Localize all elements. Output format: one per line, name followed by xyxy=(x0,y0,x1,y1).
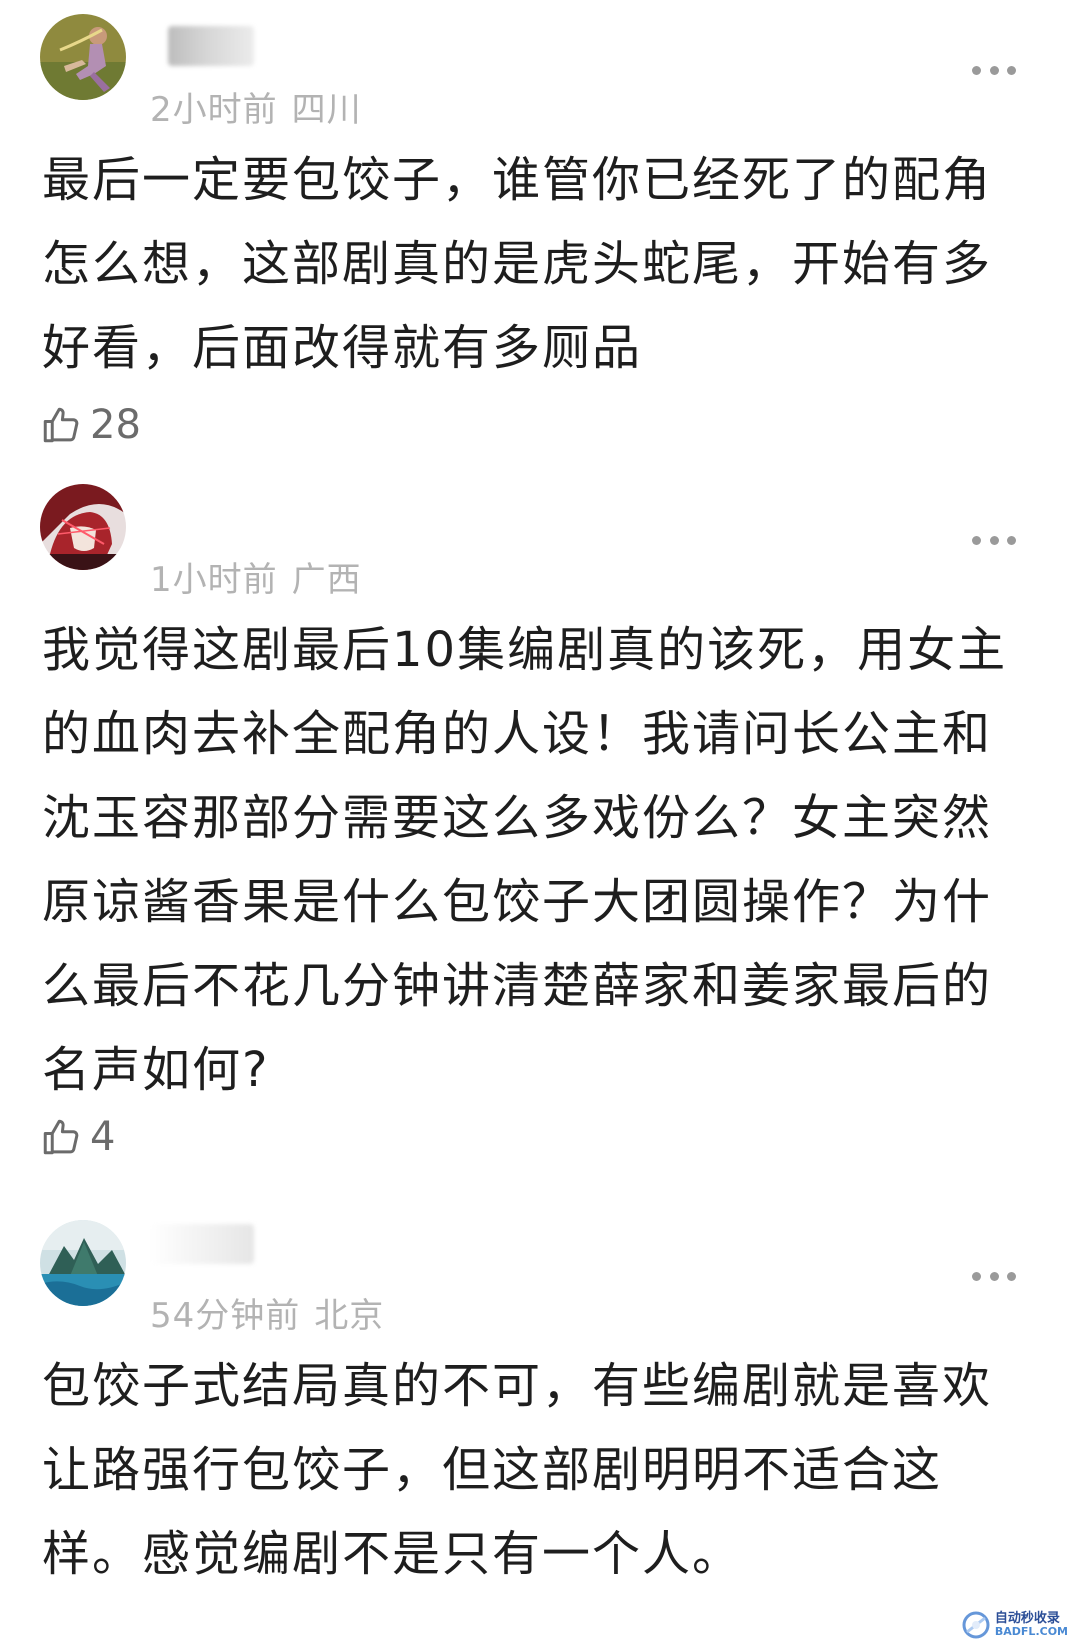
watermark-title: 自动秒收录 xyxy=(994,1611,1060,1627)
comment-item: 1小时前 广西 我觉得这剧最后10集编剧真的该死，用女主的血肉去补全配角的人设！我… xyxy=(0,470,1080,1170)
user-avatar[interactable] xyxy=(40,484,126,570)
comment-text: 包饺子式结局真的不可，有些编剧就是喜欢让路强行包饺子，但这部剧明明不适合这样。感… xyxy=(42,1358,993,1582)
watermark-url: BADFL.COM xyxy=(994,1625,1068,1639)
user-avatar[interactable] xyxy=(40,14,126,100)
comment-time: 54分钟前 xyxy=(150,1296,301,1336)
more-dots-icon[interactable] xyxy=(972,534,1016,546)
thumbs-up-icon xyxy=(43,1119,79,1155)
like-count: 28 xyxy=(90,402,141,448)
username-blurred xyxy=(168,26,254,66)
comment-meta: 2小时前 四川 xyxy=(150,82,362,131)
comment-meta: 54分钟前 北京 xyxy=(150,1288,384,1337)
comment-location: 四川 xyxy=(291,90,362,130)
comment-text: 最后一定要包饺子，谁管你已经死了的配角怎么想，这部剧真的是虎头蛇尾，开始有多好看… xyxy=(42,152,993,376)
comment-item: 54分钟前 北京 包饺子式结局真的不可，有些编剧就是喜欢让路强行包饺子，但这部剧明… xyxy=(0,1206,1080,1648)
comment-item: 2小时前 四川 最后一定要包饺子，谁管你已经死了的配角怎么想，这部剧真的是虎头蛇尾… xyxy=(0,0,1080,470)
watermark: 自动秒收录 BADFL.COM xyxy=(961,1610,1068,1640)
more-dots-icon[interactable] xyxy=(972,1270,1016,1282)
thumbs-up-icon xyxy=(43,407,79,443)
like-count: 4 xyxy=(90,1114,116,1160)
user-avatar[interactable] xyxy=(40,1220,126,1306)
more-dots-icon[interactable] xyxy=(972,64,1016,76)
comment-location: 北京 xyxy=(314,1296,385,1336)
comment-location: 广西 xyxy=(291,560,362,600)
comment-text: 我觉得这剧最后10集编剧真的该死，用女主的血肉去补全配角的人设！我请问长公主和沈… xyxy=(42,622,1008,1098)
comment-time: 1小时前 xyxy=(150,560,278,600)
comment-meta: 1小时前 广西 xyxy=(150,552,362,601)
like-button[interactable]: 28 xyxy=(40,400,141,450)
comment-time: 2小时前 xyxy=(150,90,278,130)
watermark-logo-icon xyxy=(962,1611,990,1639)
username-blurred xyxy=(150,1224,254,1264)
like-button[interactable]: 4 xyxy=(40,1112,115,1162)
